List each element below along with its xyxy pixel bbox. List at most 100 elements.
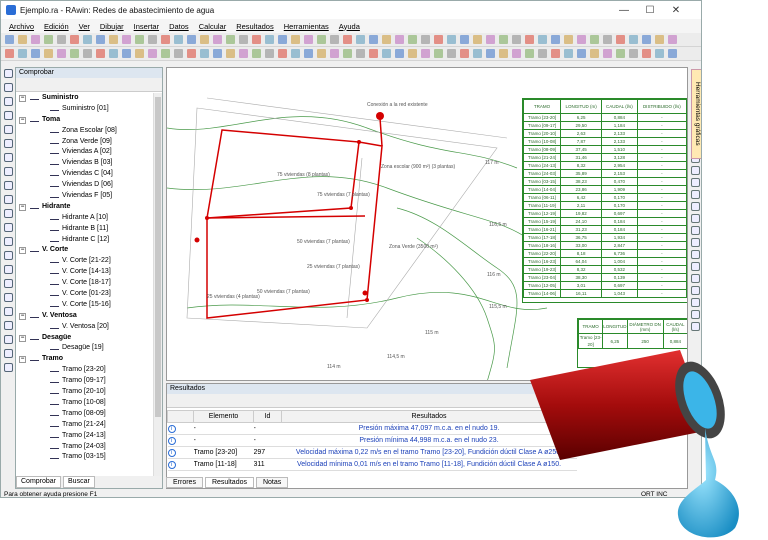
toolbar-button-icon[interactable] [642,35,651,44]
toolbar-button-icon[interactable] [317,49,326,58]
toolbar-button-icon[interactable] [291,35,300,44]
tool-button-icon[interactable] [4,153,13,162]
tree-item[interactable]: Desagüe [19] [16,343,154,354]
menu-item[interactable]: Datos [169,22,189,31]
toolbar-button-icon[interactable] [161,35,170,44]
tree-item[interactable]: Viviendas A [02] [16,147,154,158]
tree-category[interactable]: − Tramo [16,354,154,365]
toolbar-button-icon[interactable] [148,35,157,44]
toolbar-button-icon[interactable] [96,35,105,44]
tree-item[interactable]: Tramo [03-15] [16,452,154,463]
toolbar-button-icon[interactable] [213,35,222,44]
tree-item[interactable]: V. Corte [18-17] [16,278,154,289]
pipe-network[interactable] [206,117,383,319]
toolbar-button-icon[interactable] [668,49,677,58]
toolbar-button-icon[interactable] [499,35,508,44]
toolbar-button-icon[interactable] [577,35,586,44]
table-row[interactable]: i Tramo [11-18] 311 Velocidad mínima 0,01 m… [167,458,577,471]
toolbar-button-icon[interactable] [252,35,261,44]
toolbar-button-icon[interactable] [668,35,677,44]
close-button[interactable]: ✕ [663,1,689,19]
tab-comprobar[interactable]: Comprobar [16,476,62,488]
tree-category[interactable]: − V. Corte [16,245,154,256]
minimize-button[interactable]: — [611,1,637,19]
tool-button-icon[interactable] [4,223,13,232]
tool-button-icon[interactable] [691,298,700,307]
toolbar-button-icon[interactable] [525,49,534,58]
tool-button-icon[interactable] [4,69,13,78]
tool-button-icon[interactable] [4,195,13,204]
toolbar-button-icon[interactable] [564,35,573,44]
toolbar-button-icon[interactable] [486,35,495,44]
tool-button-icon[interactable] [4,167,13,176]
tool-button-icon[interactable] [691,178,700,187]
tool-button-icon[interactable] [691,274,700,283]
menu-item[interactable]: Resultados [236,22,274,31]
toolbar-button-icon[interactable] [57,49,66,58]
toolbar-button-icon[interactable] [447,49,456,58]
toolbar-button-icon[interactable] [278,35,287,44]
menu-item[interactable]: Herramientas [284,22,329,31]
tree-item[interactable]: Zona Verde [09] [16,137,154,148]
tab-notas[interactable]: Notas [255,477,289,488]
toolbar-button-icon[interactable] [226,49,235,58]
supply-node[interactable] [376,112,384,120]
tree-item[interactable]: Zona Escolar [08] [16,126,154,137]
toolbar-button-icon[interactable] [83,35,92,44]
toolbar-button-icon[interactable] [369,35,378,44]
tree-item[interactable]: Viviendas D [06] [16,180,154,191]
toolbar-button-icon[interactable] [382,49,391,58]
toolbar-button-icon[interactable] [135,35,144,44]
toolbar-button-icon[interactable] [577,49,586,58]
tree-category[interactable]: − V. Ventosa [16,311,154,322]
tool-button-icon[interactable] [4,83,13,92]
tree-scrollbar[interactable] [153,93,162,477]
toolbar-button-icon[interactable] [408,35,417,44]
tool-button-icon[interactable] [691,286,700,295]
tool-button-icon[interactable] [4,97,13,106]
toolbar-button-icon[interactable] [434,35,443,44]
toolbar-button-icon[interactable] [642,49,651,58]
pipe-segment[interactable] [379,117,383,147]
toolbar-button-icon[interactable] [421,49,430,58]
tree-item[interactable]: V. Corte [14-13] [16,267,154,278]
drawing-canvas[interactable]: Conexión a la red existente Zona escolar … [166,67,688,381]
toolbar-button-icon[interactable] [70,35,79,44]
toolbar-button-icon[interactable] [655,49,664,58]
toolbar-button-icon[interactable] [44,49,53,58]
tool-button-icon[interactable] [4,125,13,134]
tree-item[interactable]: V. Corte [15-16] [16,300,154,311]
toolbar-button-icon[interactable] [239,49,248,58]
toolbar-button-icon[interactable] [317,35,326,44]
tree-item[interactable]: V. Corte [01-23] [16,289,154,300]
toolbar-button-icon[interactable] [499,49,508,58]
toolbar-button-icon[interactable] [278,49,287,58]
toolbar-button-icon[interactable] [343,35,352,44]
toolbar-button-icon[interactable] [31,35,40,44]
toolbar-button-icon[interactable] [44,35,53,44]
toolbar-button-icon[interactable] [96,49,105,58]
toolbar-button-icon[interactable] [252,49,261,58]
table-row[interactable]: i Tramo [23-20] 297 Velocidad máxima 0,22 m… [167,446,577,459]
tool-button-icon[interactable] [4,251,13,260]
toolbar-button-icon[interactable] [629,35,638,44]
toolbar-button-icon[interactable] [200,49,209,58]
toolbar-button-icon[interactable] [5,49,14,58]
collapse-icon[interactable]: − [19,95,26,102]
toolbar-button-icon[interactable] [187,49,196,58]
tool-button-icon[interactable] [691,202,700,211]
tool-button-icon[interactable] [4,349,13,358]
toolbar-button-icon[interactable] [382,35,391,44]
tab-buscar[interactable]: Buscar [63,476,95,488]
toolbar-button-icon[interactable] [551,49,560,58]
toolbar-button-icon[interactable] [187,35,196,44]
tool-button-icon[interactable] [4,237,13,246]
toolbar-button-icon[interactable] [590,49,599,58]
collapse-icon[interactable]: − [19,334,26,342]
toolbar-button-icon[interactable] [148,49,157,58]
tree-category[interactable]: − Desagüe [16,333,154,344]
node[interactable] [357,140,361,144]
collapse-icon[interactable]: − [19,312,26,320]
toolbar-button-icon[interactable] [473,49,482,58]
toolbar-button-icon[interactable] [512,49,521,58]
